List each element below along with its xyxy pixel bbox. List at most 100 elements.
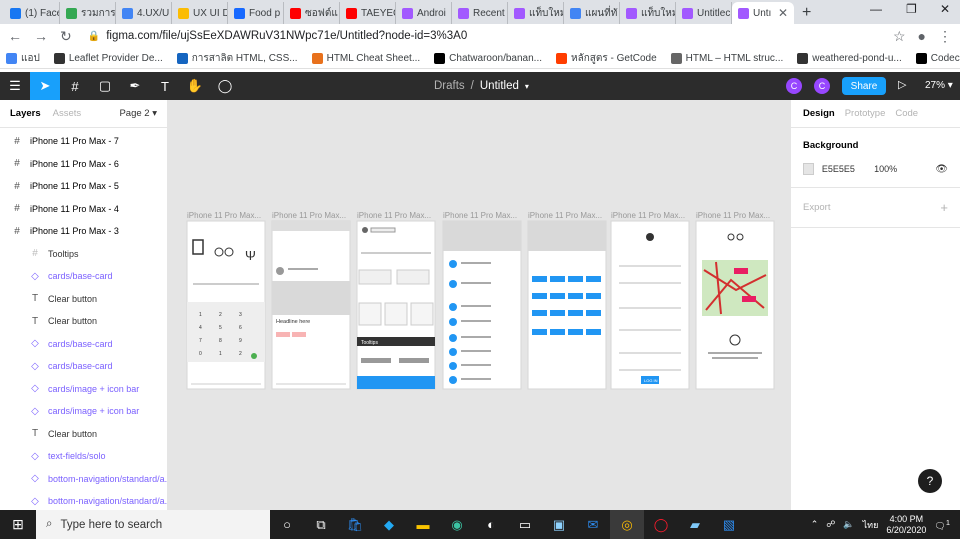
- layer-item[interactable]: ◇ text-fields/solo: [0, 445, 167, 468]
- chrome-icon[interactable]: ◎: [610, 510, 644, 539]
- new-tab-button[interactable]: +: [802, 4, 811, 22]
- phone-frame-2[interactable]: iPhone 11 Pro Max... Headline here: [271, 211, 351, 390]
- notification-icon[interactable]: 🗨1: [934, 518, 950, 532]
- grid-button[interactable]: [586, 329, 601, 335]
- keypad-key[interactable]: 7: [199, 338, 202, 344]
- card[interactable]: [384, 302, 408, 326]
- browser-tab[interactable]: Recent: [452, 2, 508, 24]
- browser-tab[interactable]: TAEYEC: [340, 2, 396, 24]
- notepad-icon[interactable]: ▰: [678, 510, 712, 539]
- keypad-key[interactable]: 6: [239, 325, 242, 331]
- comment-tool-icon[interactable]: ◯: [210, 72, 240, 100]
- calculator-icon[interactable]: ▣: [542, 510, 576, 539]
- tab-prototype[interactable]: Prototype: [845, 108, 886, 119]
- grid-button[interactable]: [550, 276, 565, 282]
- keypad-key[interactable]: 1: [199, 312, 202, 318]
- keypad-key[interactable]: 0: [199, 351, 202, 357]
- layer-item[interactable]: # iPhone 11 Pro Max - 6: [0, 153, 167, 176]
- frame-label[interactable]: iPhone 11 Pro Max...: [696, 211, 770, 220]
- bookmark-item[interactable]: Leaflet Provider De...: [53, 52, 163, 64]
- opera-icon[interactable]: ◯: [644, 510, 678, 539]
- page-selector[interactable]: Page 2 ▾: [119, 108, 157, 119]
- windows-start-icon[interactable]: ⊞: [0, 510, 36, 539]
- menu-icon[interactable]: ⋮: [938, 28, 952, 45]
- back-icon[interactable]: ←: [8, 28, 22, 44]
- phone-frame-1[interactable]: iPhone 11 Pro Max... Ψ 1 2 3 4 5 6 7 8 9 0 1 2: [186, 211, 266, 390]
- bg-opacity[interactable]: 100%: [874, 164, 927, 174]
- hamburger-menu-icon[interactable]: ☰: [0, 72, 30, 100]
- close-tab-icon[interactable]: ✕: [778, 6, 788, 20]
- browser-tab[interactable]: UX UI D: [172, 2, 228, 24]
- layer-item[interactable]: # iPhone 11 Pro Max - 4: [0, 198, 167, 221]
- bookmark-item[interactable]: แอป: [6, 51, 40, 66]
- volume-icon[interactable]: 🔈: [843, 519, 854, 530]
- chevron-down-icon[interactable]: ▾: [525, 82, 529, 91]
- maximize-icon[interactable]: ❐: [906, 2, 917, 16]
- layer-item[interactable]: # iPhone 11 Pro Max - 5: [0, 175, 167, 198]
- bookmark-item[interactable]: HTML – HTML struc...: [670, 52, 783, 64]
- layer-item[interactable]: ◇ cards/image + icon bar: [0, 378, 167, 401]
- url-text[interactable]: figma.com/file/ujSsEeXDAWRuV31NWpc71e/Un…: [106, 30, 467, 42]
- layer-item[interactable]: # Tooltips: [0, 243, 167, 266]
- help-button[interactable]: ?: [918, 469, 942, 493]
- grid-button[interactable]: [550, 310, 565, 316]
- design-canvas[interactable]: iPhone 11 Pro Max... Ψ 1 2 3 4 5 6 7 8 9 0 1 2 iPhone …: [168, 100, 790, 510]
- bookmark-item[interactable]: หลักสูตร - GetCode: [556, 51, 657, 66]
- move-tool-icon[interactable]: ➤: [30, 72, 60, 100]
- present-play-icon[interactable]: ▷: [898, 78, 906, 91]
- frame-label[interactable]: iPhone 11 Pro Max...: [528, 211, 602, 220]
- frame-tool-icon[interactable]: #: [60, 72, 90, 100]
- frame-label[interactable]: iPhone 11 Pro Max...: [357, 211, 431, 220]
- browser-tab[interactable]: ซอฟต์แ: [284, 2, 340, 24]
- profile-icon[interactable]: ●: [918, 28, 926, 44]
- text-tool-icon[interactable]: T: [150, 72, 180, 100]
- drafts-link[interactable]: Drafts: [434, 80, 465, 92]
- browser-tab[interactable]: แท็บใหม่: [508, 2, 564, 24]
- bottom-navigation[interactable]: [357, 376, 435, 389]
- phone-frame-7[interactable]: iPhone 11 Pro Max...: [695, 211, 775, 390]
- grid-button[interactable]: [532, 310, 547, 316]
- store-icon[interactable]: 🛍: [338, 510, 372, 539]
- layer-item[interactable]: T Clear button: [0, 423, 167, 446]
- app-icon[interactable]: ◐: [474, 510, 508, 539]
- chip[interactable]: [292, 332, 306, 337]
- grid-button[interactable]: [568, 329, 583, 335]
- browser-tab[interactable]: Untitlec: [676, 2, 732, 24]
- bookmark-item[interactable]: Codecamp Practice...: [915, 52, 960, 64]
- keypad-key[interactable]: 2: [219, 312, 222, 318]
- reload-icon[interactable]: ↻: [60, 28, 72, 45]
- tab-layers[interactable]: Layers: [10, 108, 41, 119]
- mail-icon[interactable]: ✉: [576, 510, 610, 539]
- grid-button[interactable]: [586, 310, 601, 316]
- phone-frame-6[interactable]: iPhone 11 Pro Max... LOG IN: [610, 211, 690, 390]
- layer-item[interactable]: # iPhone 11 Pro Max - 3: [0, 220, 167, 243]
- layer-item[interactable]: ◇ cards/base-card: [0, 333, 167, 356]
- clock[interactable]: 4:00 PM 6/20/2020: [886, 514, 926, 536]
- close-window-icon[interactable]: ✕: [940, 2, 950, 16]
- grid-button[interactable]: [586, 293, 601, 299]
- vscode-icon[interactable]: ◆: [372, 510, 406, 539]
- keypad-key[interactable]: 2: [239, 351, 242, 357]
- grid-button[interactable]: [568, 293, 583, 299]
- browser-tab[interactable]: (1) Face: [4, 2, 60, 24]
- grid-button[interactable]: [550, 293, 565, 299]
- keypad-key[interactable]: 5: [219, 325, 222, 331]
- card[interactable]: [396, 269, 430, 285]
- phone-frame-5[interactable]: iPhone 11 Pro Max...: [527, 211, 607, 390]
- add-export-icon[interactable]: +: [940, 200, 948, 215]
- phone-frame-3[interactable]: iPhone 11 Pro Max... Tooltips: [356, 211, 436, 390]
- chip[interactable]: [276, 332, 290, 337]
- grid-button[interactable]: [532, 329, 547, 335]
- forward-icon[interactable]: →: [34, 28, 48, 44]
- taskbar-search[interactable]: ⌕ Type here to search: [36, 510, 270, 539]
- photos-icon[interactable]: ▧: [712, 510, 746, 539]
- tab-design[interactable]: Design: [803, 108, 835, 119]
- frame-label[interactable]: iPhone 11 Pro Max...: [443, 211, 517, 220]
- eye-icon[interactable]: 👁: [935, 164, 948, 175]
- grid-button[interactable]: [568, 310, 583, 316]
- zoom-level[interactable]: 27% ▾: [925, 80, 953, 91]
- avatar[interactable]: C: [786, 78, 802, 94]
- layer-item[interactable]: T Clear button: [0, 288, 167, 311]
- language-indicator[interactable]: ไทย: [863, 518, 879, 532]
- grid-button[interactable]: [550, 329, 565, 335]
